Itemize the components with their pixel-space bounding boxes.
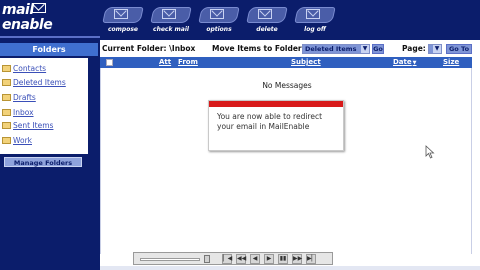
col-size[interactable]: Size	[443, 57, 459, 68]
video-player-controls: ▏◀ ◀◀ ◀ ▶ ▮▮ ▶▶ ▶▏	[133, 252, 333, 265]
move-items-label: Move Items to Folder:	[212, 44, 305, 53]
manage-folders-button[interactable]: Manage Folders	[4, 157, 82, 167]
log-off-icon	[306, 9, 320, 19]
mailenable-logo: mail enable	[2, 2, 53, 33]
skip-end-button[interactable]: ▶▏	[306, 254, 316, 264]
compose-icon	[114, 9, 128, 19]
rewind-button[interactable]: ◀◀	[236, 254, 246, 264]
message-list-pane: Current Folder: \Inbox Move Items to Fol…	[100, 40, 480, 270]
callout-accent-bar	[209, 101, 343, 107]
callout-text: You are now able to redirect your email …	[217, 112, 323, 131]
step-back-button[interactable]: ◀	[250, 254, 260, 264]
chevron-down-icon: ▼	[433, 45, 441, 53]
col-from[interactable]: From	[178, 57, 198, 68]
folder-list: Contacts Deleted Items Drafts Inbox Sent…	[0, 58, 88, 154]
status-strip	[100, 266, 480, 270]
move-target-select[interactable]: Deleted Items ▼	[302, 44, 370, 54]
pause-button[interactable]: ▮▮	[278, 254, 288, 264]
message-list: No Messages	[100, 68, 472, 254]
fast-forward-button[interactable]: ▶▶	[292, 254, 302, 264]
top-bar: mail enable compose check mail options d…	[0, 0, 480, 40]
play-button[interactable]: ▶	[264, 254, 274, 264]
check-mail-icon	[162, 9, 176, 19]
sidebar: Folders Contacts Deleted Items Drafts In…	[0, 40, 100, 270]
toolbar: compose check mail options delete log of…	[100, 0, 380, 40]
folder-icon	[2, 65, 11, 72]
folder-inbox[interactable]: Inbox	[2, 108, 34, 118]
folder-icon	[2, 137, 11, 144]
folder-action-bar: Current Folder: \Inbox Move Items to Fol…	[100, 42, 480, 55]
compose-button[interactable]: compose	[100, 5, 144, 35]
check-mail-button[interactable]: check mail	[148, 5, 192, 35]
folder-work[interactable]: Work	[2, 136, 32, 146]
delete-icon	[258, 9, 272, 19]
col-subject[interactable]: Subject	[291, 57, 321, 68]
page-select[interactable]: ▼	[428, 44, 442, 54]
message-list-header: Att From Subject Date▼ Size	[100, 57, 472, 68]
page-label: Page:	[402, 44, 426, 53]
log-off-button[interactable]: log off	[292, 5, 336, 35]
chevron-down-icon: ▼	[361, 45, 369, 53]
options-button[interactable]: options	[196, 5, 240, 35]
move-go-button[interactable]: Go	[372, 44, 384, 54]
folder-contacts[interactable]: Contacts	[2, 64, 46, 74]
open-folder-icon	[2, 109, 11, 116]
sort-desc-icon: ▼	[412, 60, 417, 66]
skip-start-button[interactable]: ▏◀	[222, 254, 232, 264]
folder-sent-items[interactable]: Sent Items	[2, 121, 53, 131]
folder-drafts[interactable]: Drafts	[2, 93, 36, 103]
mouse-cursor-icon	[425, 145, 435, 159]
seek-handle[interactable]	[204, 255, 210, 263]
folder-icon	[2, 122, 11, 129]
callout-box: You are now able to redirect your email …	[208, 100, 344, 151]
options-icon	[210, 9, 224, 19]
col-att[interactable]: Att	[159, 57, 171, 68]
select-all-checkbox[interactable]	[106, 59, 113, 66]
folders-heading: Folders	[0, 43, 98, 56]
current-folder-label: Current Folder: \Inbox	[102, 44, 196, 53]
delete-button[interactable]: delete	[244, 5, 288, 35]
empty-message-text: No Messages	[262, 81, 312, 90]
folder-icon	[2, 79, 11, 86]
envelope-icon	[32, 3, 46, 13]
folder-icon	[2, 94, 11, 101]
seek-track[interactable]	[140, 258, 200, 261]
goto-page-button[interactable]: Go To	[446, 44, 472, 54]
folder-deleted-items[interactable]: Deleted Items	[2, 78, 66, 88]
logo-underline	[0, 36, 100, 38]
